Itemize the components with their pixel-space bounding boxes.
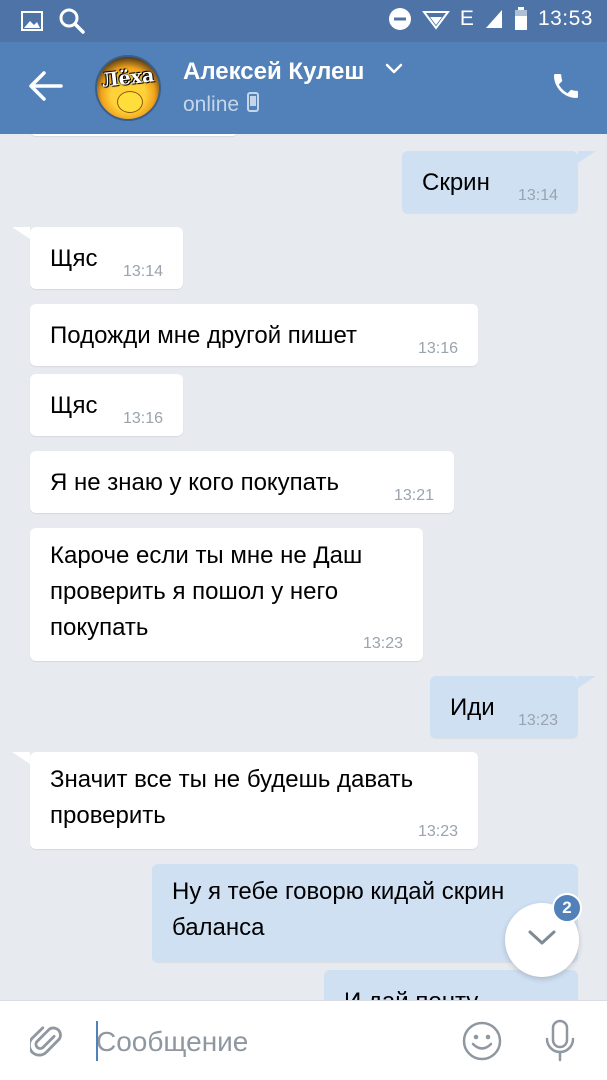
message-text: И дай понту	[344, 988, 478, 1000]
message-time: 13:23	[417, 823, 458, 840]
chevron-down-icon	[527, 929, 557, 952]
message-bubble-outgoing[interactable]: Скрин 13:14	[402, 151, 578, 213]
message-text: Ну я тебе говорю кидай скрин баланса	[172, 878, 505, 941]
unread-badge: 2	[552, 893, 582, 923]
message-bubble-incoming[interactable]: Значит все ты не будешь давать проверить…	[30, 752, 478, 849]
message-bubble-incoming[interactable]: Подожди мне другой пишет 13:16	[30, 304, 478, 366]
network-label: E	[459, 7, 474, 30]
bubble-tail	[12, 227, 30, 239]
contact-status: online	[183, 92, 260, 118]
chevron-down-icon[interactable]	[385, 62, 403, 81]
emoji-icon[interactable]	[462, 1021, 502, 1066]
battery-icon	[514, 7, 528, 31]
status-text: online	[183, 93, 240, 116]
chat-header: Лёха Алексей Кулеш online	[0, 42, 607, 134]
message-time: 13:16	[122, 410, 163, 427]
message-time: 13:23	[362, 635, 403, 652]
bubble-tail	[578, 676, 596, 688]
contact-name[interactable]: Алексей Кулеш	[183, 58, 364, 86]
message-text: Значит все ты не будешь давать проверить	[50, 766, 414, 829]
avatar[interactable]: Лёха	[95, 55, 161, 121]
message-time: 13:14	[122, 263, 163, 280]
message-text: Подожди мне другой пишет	[50, 322, 357, 349]
bubble-tail	[12, 752, 30, 764]
message-time: 13:21	[393, 487, 434, 504]
message-text: Скрин	[422, 169, 490, 196]
mobile-icon	[247, 92, 260, 118]
avatar-text: Лёха	[100, 64, 156, 92]
message-list[interactable]: Скрин 13:14 Щяс 13:14 Подожди мне другой…	[0, 134, 607, 1000]
status-bar: E 13:53	[0, 0, 607, 42]
message-time: 13:16	[417, 340, 458, 357]
message-bubble-incoming[interactable]: Щяс 13:14	[30, 227, 183, 289]
message-bubble-incoming[interactable]: Кароче если ты мне не Даш проверить я по…	[30, 528, 423, 661]
message-text: Щяс	[50, 392, 98, 419]
signal-icon	[484, 8, 504, 30]
message-text: Я не знаю у кого покупать	[50, 469, 339, 496]
message-text: Кароче если ты мне не Даш проверить я по…	[50, 542, 363, 641]
clock: 13:53	[537, 7, 593, 30]
dnd-icon	[388, 7, 412, 31]
message-bubble-partial	[30, 134, 238, 136]
message-bubble-incoming[interactable]: Щяс 13:16	[30, 374, 183, 436]
message-bubble-incoming[interactable]: Я не знаю у кого покупать 13:21	[30, 451, 454, 513]
message-bubble-outgoing[interactable]: Иди 13:23	[430, 676, 578, 738]
text-cursor	[96, 1021, 98, 1061]
back-arrow-icon[interactable]	[28, 70, 68, 106]
message-text: Щяс	[50, 245, 98, 272]
message-composer	[0, 1000, 607, 1080]
microphone-icon[interactable]	[542, 1019, 578, 1068]
emoji-face-image	[117, 91, 143, 113]
message-time: 13:14	[517, 187, 558, 204]
gallery-icon	[20, 10, 44, 32]
bubble-tail	[578, 151, 596, 163]
message-time: 13:23	[517, 712, 558, 729]
phone-icon[interactable]	[550, 70, 582, 107]
paperclip-icon[interactable]	[27, 1023, 64, 1066]
message-input[interactable]	[96, 1021, 426, 1063]
search-icon	[58, 7, 86, 35]
wifi-icon	[421, 8, 450, 30]
message-text: Иди	[450, 694, 495, 721]
